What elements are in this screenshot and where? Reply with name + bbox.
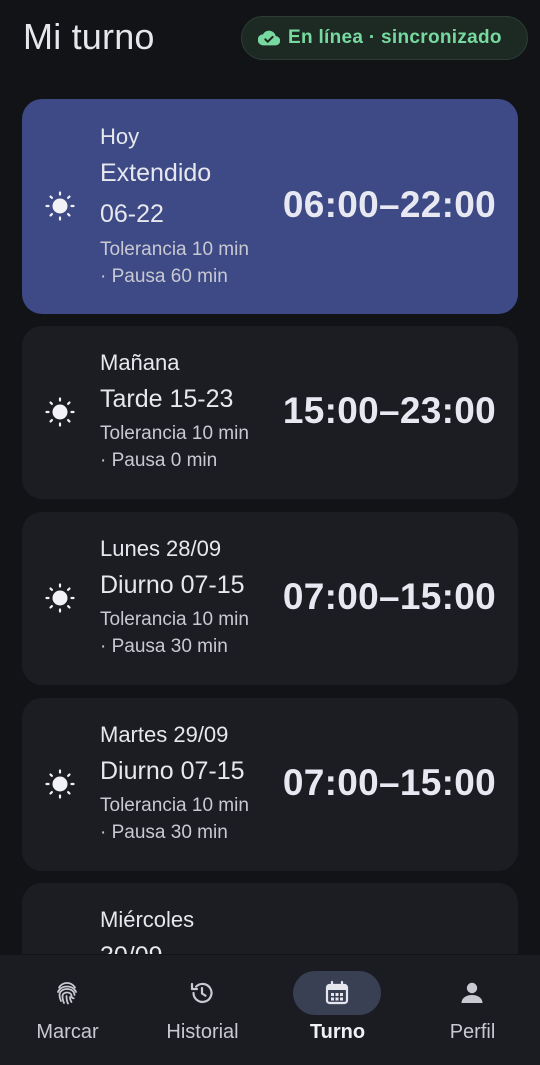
bottom-navigation: Marcar Historial Turno Perfil — [0, 955, 540, 1065]
sun-icon — [45, 583, 75, 613]
shift-tolerance: Tolerancia 10 min — [100, 795, 249, 816]
shift-name: 30/09 — [100, 936, 194, 954]
shift-name-cont: 06-22 — [100, 200, 164, 228]
sync-status-text: En línea · sincronizado — [288, 27, 502, 48]
nav-label: Historial — [166, 1021, 239, 1043]
shift-time-range: 15:00–23:00 — [282, 390, 496, 431]
fingerprint-icon — [57, 982, 77, 1005]
shift-time-range: 07:00–15:00 — [282, 762, 496, 803]
shift-card-today[interactable]: Hoy Extendido 06-22 Tolerancia 10 min · … — [22, 99, 518, 314]
shift-name: Diurno 07-15 — [100, 571, 245, 599]
shift-card[interactable]: Miércoles 30/09 — [22, 883, 518, 954]
shift-card[interactable]: Martes 29/09 Diurno 07-15 Tolerancia 10 … — [22, 698, 518, 871]
person-icon — [461, 982, 483, 1003]
shift-pause: · Pausa 60 min — [100, 266, 228, 287]
shift-pause: · Pausa 30 min — [100, 636, 228, 657]
shift-card[interactable]: Lunes 28/09 Diurno 07-15 Tolerancia 10 m… — [22, 512, 518, 685]
cloud-done-icon — [258, 30, 280, 46]
shift-day: Hoy — [100, 124, 140, 149]
shift-day: Martes 29/09 — [100, 722, 229, 747]
shift-pause: · Pausa 30 min — [100, 822, 228, 843]
shift-name: Extendido — [100, 159, 212, 187]
shift-name: Diurno 07-15 — [100, 757, 245, 785]
sun-icon — [45, 769, 75, 799]
history-icon — [190, 982, 213, 1003]
nav-item-historial[interactable]: Historial — [135, 955, 270, 1065]
calendar-icon — [325, 980, 349, 1005]
shift-day: Mañana — [100, 350, 180, 375]
shift-tolerance: Tolerancia 10 min — [100, 239, 249, 260]
app-header: Mi turno En línea · sincronizado — [0, 0, 540, 80]
sun-icon — [45, 191, 75, 221]
shift-day: Miércoles — [100, 907, 195, 932]
shift-time-range: 06:00–22:00 — [282, 184, 496, 225]
nav-label: Turno — [309, 1021, 366, 1043]
shift-card[interactable]: Mañana Tarde 15-23 Tolerancia 10 min · P… — [22, 326, 518, 499]
shift-name: Tarde 15-23 — [100, 385, 234, 413]
nav-label: Marcar — [36, 1021, 99, 1043]
sun-icon — [45, 397, 75, 427]
sync-status-badge: En línea · sincronizado — [241, 16, 528, 60]
nav-item-turno[interactable]: Turno — [270, 955, 405, 1065]
shift-day: Lunes 28/09 — [100, 536, 222, 561]
shift-time-range: 07:00–15:00 — [282, 576, 496, 617]
shift-tolerance: Tolerancia 10 min — [100, 609, 249, 630]
shift-list[interactable]: Hoy Extendido 06-22 Tolerancia 10 min · … — [22, 99, 518, 954]
nav-item-perfil[interactable]: Perfil — [405, 955, 540, 1065]
shift-pause: · Pausa 0 min — [100, 450, 218, 471]
page-title: Mi turno — [23, 16, 155, 57]
nav-item-marcar[interactable]: Marcar — [0, 955, 135, 1065]
nav-label: Perfil — [449, 1021, 496, 1043]
shift-tolerance: Tolerancia 10 min — [100, 423, 249, 444]
